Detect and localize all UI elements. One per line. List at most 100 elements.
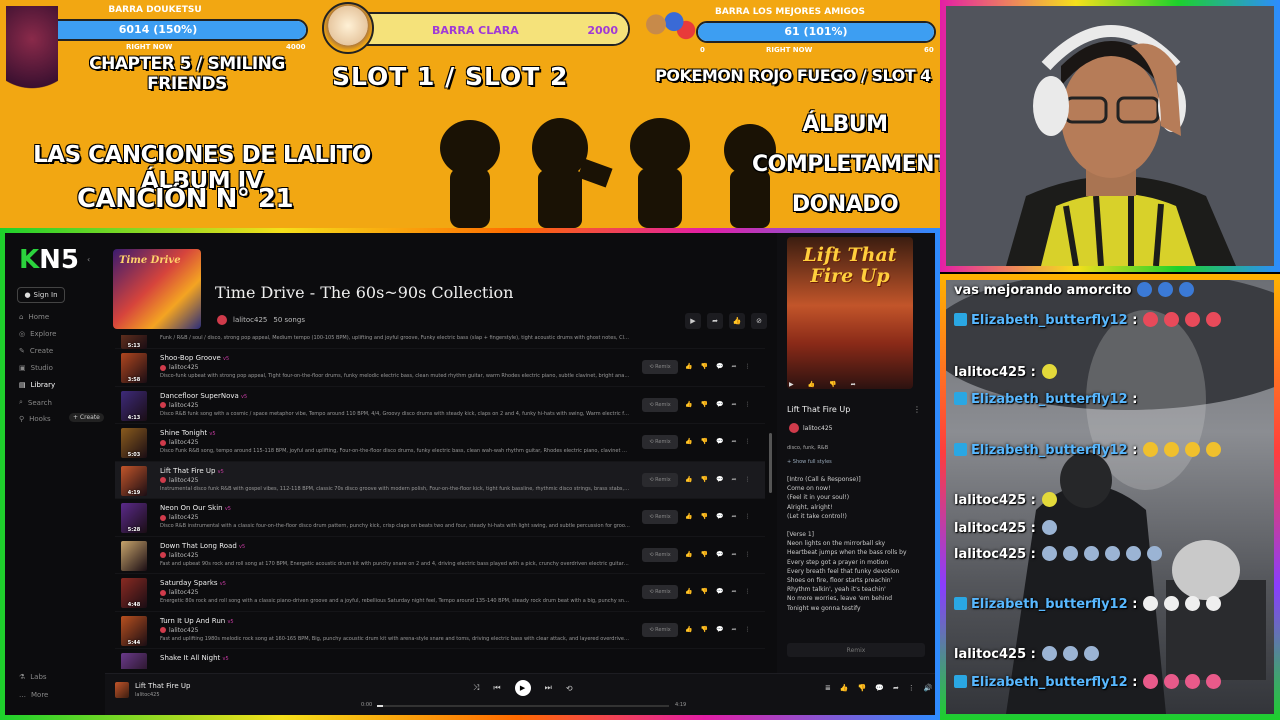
track-user[interactable]: lalitoc425 bbox=[160, 477, 198, 484]
queue-icon[interactable]: ≣ bbox=[825, 684, 831, 692]
like-icon[interactable]: 👍 bbox=[685, 438, 692, 445]
remix-button[interactable]: ⟲ Remix bbox=[642, 622, 678, 637]
like-icon[interactable]: 👍 bbox=[685, 626, 692, 633]
track-cover[interactable]: 4:19 bbox=[121, 465, 147, 496]
share-icon[interactable]: ➦ bbox=[731, 476, 736, 483]
track-row[interactable]: 5:44 Turn It Up And Run v5 lalitoc425 Fast … bbox=[115, 612, 765, 649]
dislike-icon[interactable]: 👎 bbox=[700, 401, 707, 408]
progress-slider[interactable] bbox=[377, 705, 669, 707]
track-row[interactable]: 5:03 Shine Tonight v5 lalitoc425 Disco Funk… bbox=[115, 424, 765, 462]
sidebar-item-labs[interactable]: ⚗ Labs bbox=[19, 673, 47, 681]
dislike-icon[interactable]: 👎 bbox=[700, 513, 707, 520]
share-button[interactable]: ➦ bbox=[707, 313, 723, 329]
play-pause-button[interactable]: ▶ bbox=[514, 680, 531, 696]
track-cover[interactable] bbox=[121, 540, 147, 571]
playlist-owner[interactable]: lalitoc425 bbox=[233, 316, 267, 324]
comment-icon[interactable]: 💬 bbox=[716, 363, 723, 370]
like-icon[interactable]: 👍 bbox=[685, 363, 692, 370]
remix-button[interactable]: ⟲ Remix bbox=[642, 472, 678, 487]
remix-button[interactable]: ⟲ Remix bbox=[642, 547, 678, 562]
track-row[interactable]: Down That Long Road v5 lalitoc425 Fast and… bbox=[115, 537, 765, 574]
remix-button[interactable]: ⟲ Remix bbox=[642, 585, 678, 599]
chat-username[interactable]: Elizabeth_butterfly12 bbox=[971, 597, 1128, 612]
collapse-sidebar-icon[interactable]: ‹ bbox=[87, 255, 90, 264]
track-row[interactable]: 5:13 Funk / R&B / soul / disco, strong po… bbox=[115, 335, 765, 349]
track-cover[interactable]: 5:03 bbox=[121, 428, 147, 458]
track-cover[interactable]: 5:28 bbox=[121, 503, 147, 533]
avatar[interactable] bbox=[217, 315, 227, 325]
sidebar-item-create[interactable]: ✎ Create bbox=[19, 347, 53, 355]
track-title[interactable]: Saturday Sparks v5 bbox=[160, 579, 226, 587]
dislike-icon[interactable]: 👎 bbox=[700, 438, 707, 445]
comment-icon[interactable]: 💬 bbox=[716, 626, 723, 633]
show-full-styles-link[interactable]: + Show full styles bbox=[787, 459, 832, 465]
track-title[interactable]: Down That Long Road v5 bbox=[160, 542, 245, 550]
like-button[interactable]: 👍 bbox=[729, 313, 745, 329]
track-title[interactable]: Neon On Our Skin v5 bbox=[160, 504, 231, 512]
more-icon[interactable]: ⋮ bbox=[744, 363, 750, 370]
repeat-icon[interactable]: ⟲ bbox=[566, 684, 573, 693]
dislike-icon[interactable]: 👎 bbox=[700, 626, 707, 633]
dislike-icon[interactable]: 👎 bbox=[700, 476, 707, 483]
track-cover[interactable]: 3:58 bbox=[121, 353, 147, 383]
more-options-icon[interactable]: ⋮ bbox=[913, 405, 921, 414]
track-user[interactable]: lalitoc425 bbox=[160, 552, 198, 559]
track-row[interactable]: Shake It All Night v5 bbox=[115, 649, 765, 669]
track-list-scrollbar[interactable] bbox=[769, 433, 772, 493]
sidebar-item-hooks[interactable]: ⚲ Hooks bbox=[19, 415, 51, 423]
like-icon[interactable]: 👍 bbox=[685, 513, 692, 520]
track-cover[interactable]: 5:13 bbox=[121, 335, 147, 349]
chat-username[interactable]: Elizabeth_butterfly12 bbox=[971, 443, 1128, 458]
track-user[interactable]: lalitoc425 bbox=[160, 627, 198, 634]
track-user[interactable]: lalitoc425 bbox=[160, 364, 198, 371]
chat-username[interactable]: lalitoc425 bbox=[954, 365, 1026, 380]
track-row[interactable]: 4:13 Dancefloor SuperNova v5 lalitoc425 Dis… bbox=[115, 387, 765, 424]
chat-username[interactable]: lalitoc425 bbox=[954, 547, 1026, 562]
more-icon[interactable]: ⋮ bbox=[744, 513, 750, 520]
track-title[interactable]: Shoo-Bop Groove v5 bbox=[160, 354, 229, 362]
track-title[interactable]: Dancefloor SuperNova v5 bbox=[160, 392, 247, 400]
dislike-icon[interactable]: 👎 bbox=[700, 588, 707, 595]
track-title[interactable]: Lift That Fire Up v5 bbox=[160, 467, 224, 475]
like-icon[interactable]: 👍 bbox=[808, 381, 815, 388]
remix-button[interactable]: ⟲ Remix bbox=[642, 510, 678, 524]
chat-username[interactable]: Elizabeth_butterfly12 bbox=[971, 675, 1128, 690]
track-cover[interactable]: 5:44 bbox=[121, 615, 147, 646]
sidebar-item-search[interactable]: ⌕ Search bbox=[19, 398, 52, 407]
comment-icon[interactable]: 💬 bbox=[716, 401, 723, 408]
dislike-icon[interactable]: 👎 bbox=[700, 363, 707, 370]
player-cover[interactable] bbox=[115, 682, 129, 698]
more-icon[interactable]: ⋮ bbox=[908, 684, 915, 692]
remix-button[interactable]: ⟲ Remix bbox=[642, 360, 678, 374]
more-icon[interactable]: ⋮ bbox=[744, 401, 750, 408]
share-icon[interactable]: ➦ bbox=[731, 588, 736, 595]
previous-icon[interactable]: ⏮ bbox=[493, 683, 500, 693]
play-icon[interactable]: ▶ bbox=[789, 381, 794, 388]
dislike-icon[interactable]: 👎 bbox=[829, 381, 836, 388]
player-title[interactable]: Lift That Fire Up bbox=[135, 682, 190, 690]
playlist-cover[interactable]: Time Drive bbox=[113, 249, 201, 329]
more-icon[interactable]: ⋮ bbox=[744, 588, 750, 595]
remix-button[interactable]: ⟲ Remix bbox=[642, 435, 678, 449]
volume-icon[interactable]: 🔊 bbox=[924, 684, 933, 692]
share-icon[interactable]: ➦ bbox=[731, 438, 736, 445]
player-user[interactable]: lalitoc425 bbox=[135, 692, 160, 698]
next-icon[interactable]: ⏭ bbox=[545, 683, 552, 693]
more-icon[interactable]: ⋮ bbox=[744, 438, 750, 445]
create-pill-button[interactable]: + Create bbox=[69, 413, 104, 422]
chat-username[interactable]: lalitoc425 bbox=[954, 647, 1026, 662]
like-icon[interactable]: 👍 bbox=[685, 401, 692, 408]
like-icon[interactable]: 👍 bbox=[685, 551, 692, 558]
track-title[interactable]: Shake It All Night v5 bbox=[160, 654, 229, 662]
chat-username[interactable]: lalitoc425 bbox=[954, 521, 1026, 536]
track-user[interactable]: lalitoc425 bbox=[160, 439, 198, 446]
like-icon[interactable]: 👍 bbox=[840, 684, 849, 692]
now-playing-user[interactable]: lalitoc425 bbox=[789, 423, 832, 433]
like-icon[interactable]: 👍 bbox=[685, 588, 692, 595]
sidebar-item-explore[interactable]: ◎ Explore bbox=[19, 330, 56, 338]
share-icon[interactable]: ➦ bbox=[731, 363, 736, 370]
track-cover[interactable]: 4:48 bbox=[121, 578, 147, 608]
share-icon[interactable]: ➦ bbox=[731, 626, 736, 633]
more-icon[interactable]: ⋮ bbox=[744, 626, 750, 633]
track-title[interactable]: Turn It Up And Run v5 bbox=[160, 617, 234, 625]
